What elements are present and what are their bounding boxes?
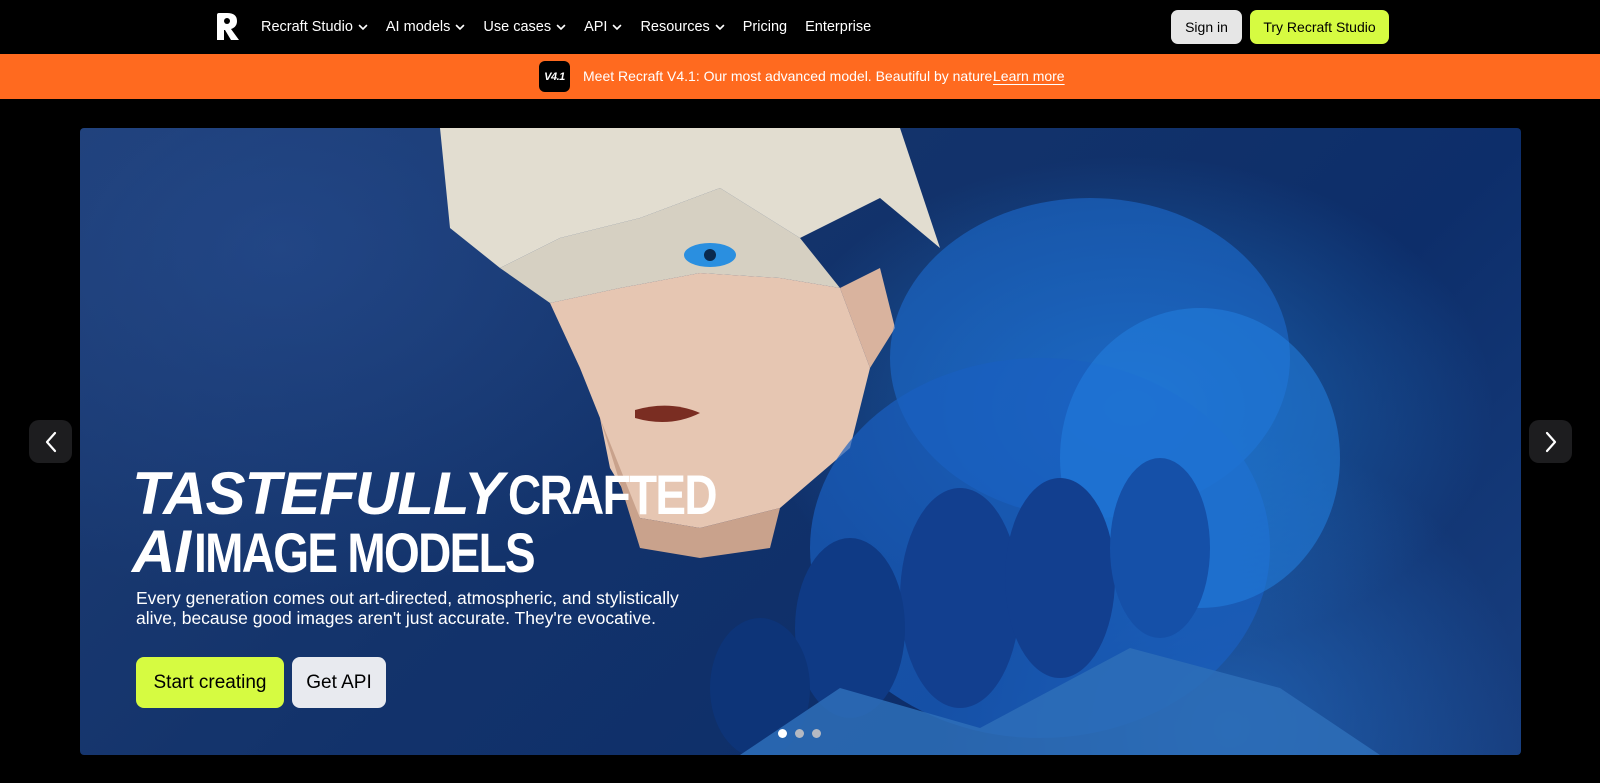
hero-title-cond-1: CRAFTED <box>507 463 718 526</box>
carousel-dot[interactable] <box>812 729 821 738</box>
chevron-down-icon <box>456 24 465 31</box>
hero-title: TASTEFULLY CRAFTED AI IMAGE MODELS <box>132 463 761 584</box>
nav-item-label: API <box>584 19 608 35</box>
nav-item-label: Resources <box>640 19 710 35</box>
nav-item-label: AI models <box>385 19 451 35</box>
learn-more-link[interactable]: Learn more <box>993 54 1065 99</box>
top-navigation: Recraft Studio AI models Use cases API Resou… <box>0 0 1600 54</box>
sign-in-button[interactable]: Sign in <box>1171 10 1242 44</box>
hero-subtitle: Every generation comes out art-directed,… <box>136 588 679 628</box>
nav-item-use-cases[interactable]: Use cases <box>483 19 566 35</box>
hero-title-line-2: AI IMAGE MODELS <box>132 521 761 584</box>
hero-carousel: TASTEFULLY CRAFTED AI IMAGE MODELS Every… <box>80 128 1521 755</box>
nav-links: Recraft Studio AI models Use cases API Resou… <box>261 0 889 54</box>
chevron-down-icon <box>715 24 725 31</box>
nav-item-label: Use cases <box>483 19 552 35</box>
recraft-logo-icon[interactable] <box>214 13 240 40</box>
chevron-down-icon <box>613 24 622 31</box>
nav-item-pricing[interactable]: Pricing <box>743 19 787 35</box>
nav-item-label: Pricing <box>742 19 788 35</box>
nav-item-api[interactable]: API <box>584 19 622 35</box>
carousel-prev-button[interactable] <box>29 420 72 463</box>
nav-item-ai-models[interactable]: AI models <box>386 19 465 35</box>
get-api-button[interactable]: Get API <box>292 657 386 708</box>
nav-item-label: Recraft Studio <box>261 19 353 35</box>
carousel-dot[interactable] <box>795 729 804 738</box>
hero-title-italic-2: AI <box>132 518 191 585</box>
version-badge-icon: V4.1 <box>539 61 570 92</box>
try-recraft-studio-button[interactable]: Try Recraft Studio <box>1250 10 1389 44</box>
nav-item-recraft-studio[interactable]: Recraft Studio <box>261 19 368 35</box>
banner-text: Meet Recraft V4.1: Our most advanced mod… <box>583 68 997 84</box>
carousel-dots <box>778 729 829 738</box>
hero-title-italic-1: TASTEFULLY <box>132 460 504 527</box>
carousel-next-button[interactable] <box>1529 420 1572 463</box>
chevron-down-icon <box>556 24 566 31</box>
hero-title-line-1: TASTEFULLY CRAFTED <box>132 463 761 526</box>
chevron-right-icon <box>1545 431 1556 452</box>
hero-title-cond-2: IMAGE MODELS <box>194 521 536 584</box>
nav-item-enterprise[interactable]: Enterprise <box>805 19 871 35</box>
chevron-down-icon <box>358 24 368 31</box>
carousel-dot[interactable] <box>778 729 787 738</box>
chevron-left-icon <box>45 431 56 452</box>
nav-item-resources[interactable]: Resources <box>640 19 725 35</box>
nav-item-label: Enterprise <box>805 19 872 35</box>
start-creating-button[interactable]: Start creating <box>136 657 284 708</box>
announcement-banner: V4.1 Meet Recraft V4.1: Our most advance… <box>0 54 1600 99</box>
